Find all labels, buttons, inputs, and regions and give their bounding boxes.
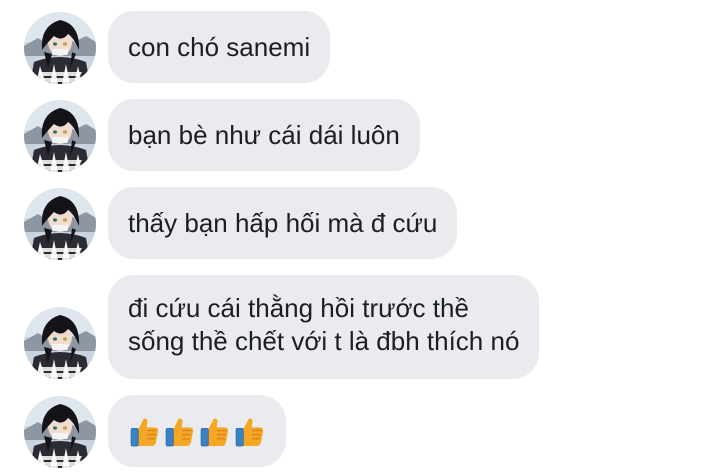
- avatar-image: [24, 307, 96, 379]
- thumbs-up-icon: [128, 415, 161, 448]
- avatar-image: [24, 188, 96, 260]
- message-bubble[interactable]: thấy bạn hấp hối mà đ cứu: [108, 187, 458, 259]
- avatar-image: [24, 396, 96, 468]
- message-text-line: đi cứu cái thằng hồi trước thề: [128, 293, 469, 323]
- emoji-bubble[interactable]: [108, 395, 286, 467]
- avatar[interactable]: [24, 12, 96, 84]
- message-bubble[interactable]: đi cứu cái thằng hồi trước thề sống thề …: [108, 275, 540, 379]
- avatar-image: [24, 12, 96, 84]
- avatar-image: [24, 100, 96, 172]
- emoji-row: [128, 415, 266, 448]
- thumbs-up-icon: [198, 415, 231, 448]
- message-bubble[interactable]: con chó sanemi: [108, 11, 331, 83]
- message-text-line: sống thề chết với t là đbh thích nó: [128, 326, 520, 356]
- avatar[interactable]: [24, 100, 96, 172]
- avatar[interactable]: [24, 396, 96, 468]
- avatar[interactable]: [24, 307, 96, 379]
- avatar[interactable]: [24, 188, 96, 260]
- message-text: thấy bạn hấp hối mà đ cứu: [128, 207, 438, 238]
- message-text: con chó sanemi: [128, 31, 311, 62]
- thumbs-up-icon: [163, 415, 196, 448]
- message-bubble[interactable]: bạn bè như cái dái luôn: [108, 99, 420, 171]
- thumbs-up-icon: [233, 415, 266, 448]
- message-text: bạn bè như cái dái luôn: [128, 119, 400, 150]
